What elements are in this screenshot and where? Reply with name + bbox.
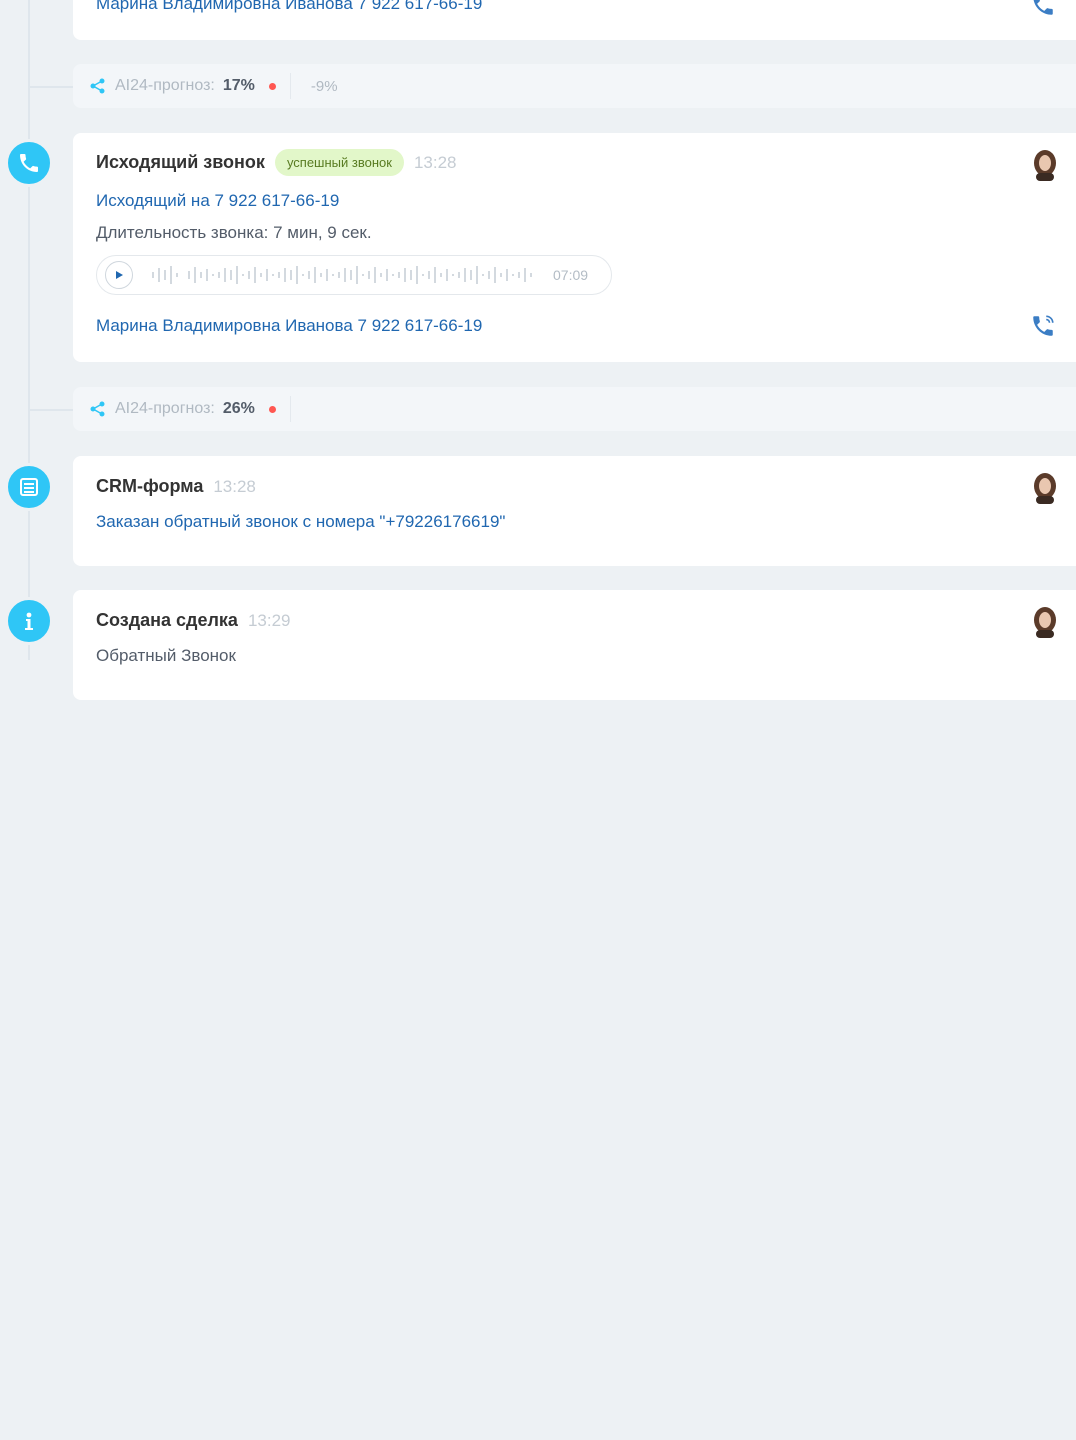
crm-title: CRM-форма — [96, 476, 204, 496]
deal-time: 13:29 — [247, 610, 291, 630]
form-icon — [5, 463, 53, 511]
waveform[interactable] — [145, 264, 535, 286]
crm-form-card: CRM-форма 13:28 Заказан обратный звонок … — [73, 456, 1076, 566]
forecast-value: 26% — [222, 400, 255, 417]
call-back-icon[interactable] — [1030, 0, 1056, 18]
call-time: 13:28 — [413, 152, 457, 172]
connector — [28, 86, 74, 88]
phone-icon — [5, 139, 53, 187]
divider — [289, 73, 291, 99]
top-card: Марина Владимировна Иванова 7 922 617-66… — [73, 0, 1076, 40]
crm-text-link[interactable]: Заказан обратный звонок с номера "+79226… — [96, 512, 505, 532]
play-button[interactable] — [105, 261, 133, 289]
contact-link[interactable]: Марина Владимировна Иванова 7 922 617-66… — [96, 316, 482, 336]
play-icon — [116, 271, 123, 279]
forecast-status-dot — [268, 405, 276, 413]
forecast-icon — [90, 78, 105, 94]
deal-card: Создана сделка 13:29 Обратный Звонок — [73, 590, 1076, 700]
avatar — [1034, 150, 1056, 181]
audio-player: 07:09 — [96, 255, 612, 295]
forecast-icon — [90, 401, 105, 417]
call-back-icon[interactable] — [1030, 313, 1056, 339]
avatar — [1034, 607, 1056, 638]
ai-forecast-bar: AI24-прогноз: 17% -9% — [73, 64, 1076, 108]
ai-forecast-bar: AI24-прогноз: 26% — [73, 387, 1076, 431]
deal-text: Обратный Звонок — [96, 646, 236, 665]
crm-time: 13:28 — [213, 476, 256, 496]
divider — [289, 396, 291, 422]
call-title: Исходящий звонок — [96, 152, 265, 172]
info-icon — [5, 597, 53, 645]
forecast-status-dot — [268, 82, 276, 90]
player-duration: 07:09 — [553, 267, 589, 283]
call-duration: Длительность звонка: 7 мин, 9 сек. — [96, 223, 372, 242]
forecast-label: AI24-прогноз: — [115, 77, 215, 94]
contact-link[interactable]: Марина Владимировна Иванова 7 922 617-66… — [96, 0, 482, 14]
call-card: Исходящий звонок успешный звонок 13:28 И… — [73, 133, 1076, 362]
status-badge: успешный звонок — [274, 149, 404, 176]
forecast-label: AI24-прогноз: — [115, 400, 215, 417]
deal-title: Создана сделка — [96, 610, 238, 630]
call-direction-link[interactable]: Исходящий на 7 922 617-66-19 — [96, 191, 339, 211]
avatar — [1034, 473, 1056, 504]
forecast-delta: -9% — [310, 77, 338, 95]
forecast-value: 17% — [222, 77, 255, 94]
connector — [28, 409, 74, 411]
timeline-line — [28, 0, 30, 660]
